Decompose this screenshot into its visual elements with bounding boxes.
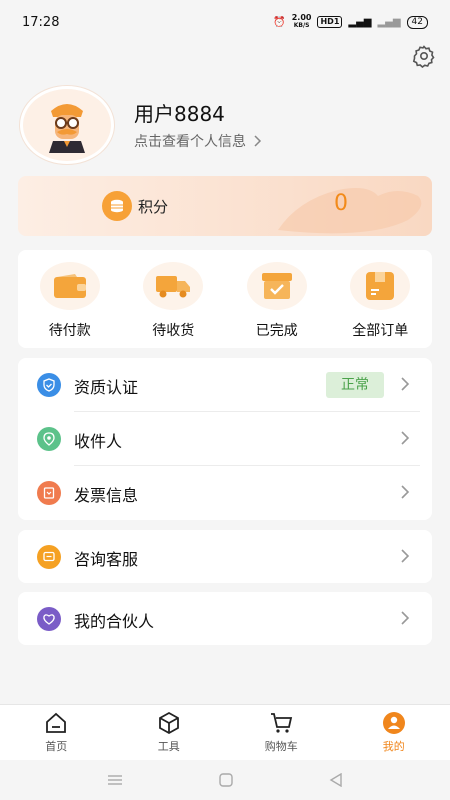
- order-pending-receipt[interactable]: 待收货: [122, 250, 226, 348]
- tab-label: 购物车: [264, 740, 298, 753]
- menu-icon[interactable]: [107, 774, 123, 786]
- menu-item-partners[interactable]: 我的合伙人: [18, 592, 432, 646]
- wallet-icon: [39, 262, 100, 310]
- tab-label: 我的: [382, 740, 405, 753]
- chat-icon: [37, 545, 61, 569]
- signal-icon: ▂▄▆: [348, 16, 372, 28]
- shield-check-icon: [37, 373, 61, 397]
- username: 用户8884: [134, 102, 225, 126]
- box-check-icon: [246, 262, 307, 310]
- chevron-right-icon: [401, 611, 410, 625]
- menu-group-partner: 我的合伙人: [18, 592, 432, 645]
- decorative-blob: [278, 188, 422, 234]
- order-list-icon: [350, 262, 411, 310]
- menu-item-customer-service[interactable]: 咨询客服: [18, 530, 432, 584]
- status-bar: 17:28 ⏰ 2.00 KB/S HD1 ▂▄▆ ▂▄▆ 42: [0, 0, 450, 44]
- tab-cart[interactable]: 购物车: [225, 705, 338, 761]
- menu-item-label: 收件人: [74, 432, 123, 451]
- net-speed: 2.00 KB/S: [291, 13, 312, 30]
- status-icons: ⏰ 2.00 KB/S HD1 ▂▄▆ ▂▄▆ 42: [273, 14, 428, 30]
- chevron-right-icon: [401, 485, 410, 499]
- points-value: 0: [334, 191, 348, 216]
- menu-item-qualification[interactable]: 资质认证 正常: [18, 358, 432, 412]
- menu-item-recipient[interactable]: 收件人: [18, 412, 432, 466]
- order-completed[interactable]: 已完成: [225, 250, 329, 348]
- partner-heart-icon: [37, 607, 61, 631]
- chevron-right-icon: [401, 377, 410, 391]
- cart-icon: [271, 713, 293, 733]
- menu-item-invoice[interactable]: 发票信息: [18, 466, 432, 520]
- view-profile-link[interactable]: 点击查看个人信息: [134, 131, 262, 151]
- status-badge: 正常: [326, 372, 384, 398]
- signal-icon-2: ▂▄▆: [377, 16, 401, 28]
- invoice-icon: [37, 481, 61, 505]
- status-time: 17:28: [22, 14, 60, 30]
- avatar-illustration-icon: [49, 104, 85, 153]
- user-icon: [382, 712, 405, 734]
- order-label: 待付款: [48, 323, 91, 339]
- avatar[interactable]: [20, 86, 114, 164]
- points-label: 积分: [138, 198, 169, 216]
- order-label: 待收货: [152, 323, 195, 339]
- tab-home[interactable]: 首页: [0, 705, 113, 761]
- alarm-icon: ⏰: [273, 16, 286, 28]
- system-nav-bar: [0, 760, 450, 800]
- truck-icon: [143, 262, 204, 310]
- location-pin-icon: [37, 427, 61, 451]
- menu-item-label: 资质认证: [74, 378, 139, 397]
- chevron-right-icon: [401, 549, 410, 563]
- back-triangle-icon[interactable]: [329, 773, 343, 787]
- cube-icon: [158, 711, 179, 735]
- gear-icon[interactable]: [412, 44, 436, 68]
- chevron-right-icon: [254, 135, 262, 147]
- coins-icon: [102, 191, 132, 221]
- home-icon: [46, 712, 67, 733]
- battery-icon: 42: [406, 15, 428, 29]
- bottom-tab-bar: 首页 工具 购物车 我的: [0, 704, 450, 761]
- tab-tools[interactable]: 工具: [113, 705, 226, 761]
- home-square-icon[interactable]: [219, 773, 233, 787]
- menu-item-label: 咨询客服: [74, 550, 139, 569]
- order-label: 已完成: [255, 323, 298, 339]
- order-label: 全部订单: [352, 323, 409, 339]
- chevron-right-icon: [401, 431, 410, 445]
- hd-badge: HD1: [317, 16, 343, 28]
- menu-item-label: 发票信息: [74, 486, 139, 505]
- order-all[interactable]: 全部订单: [329, 250, 433, 348]
- points-card[interactable]: 积分 0: [18, 176, 432, 236]
- menu-group-service: 咨询客服: [18, 530, 432, 583]
- tab-mine[interactable]: 我的: [338, 705, 450, 761]
- menu-item-label: 我的合伙人: [74, 612, 155, 631]
- orders-panel: 待付款 待收货 已完成 全部订单: [18, 250, 432, 348]
- menu-group-account: 资质认证 正常 收件人 发票信息: [18, 358, 432, 520]
- tab-label: 工具: [157, 740, 180, 753]
- order-pending-payment[interactable]: 待付款: [18, 250, 122, 348]
- view-profile-label: 点击查看个人信息: [134, 134, 246, 150]
- tab-label: 首页: [45, 740, 68, 753]
